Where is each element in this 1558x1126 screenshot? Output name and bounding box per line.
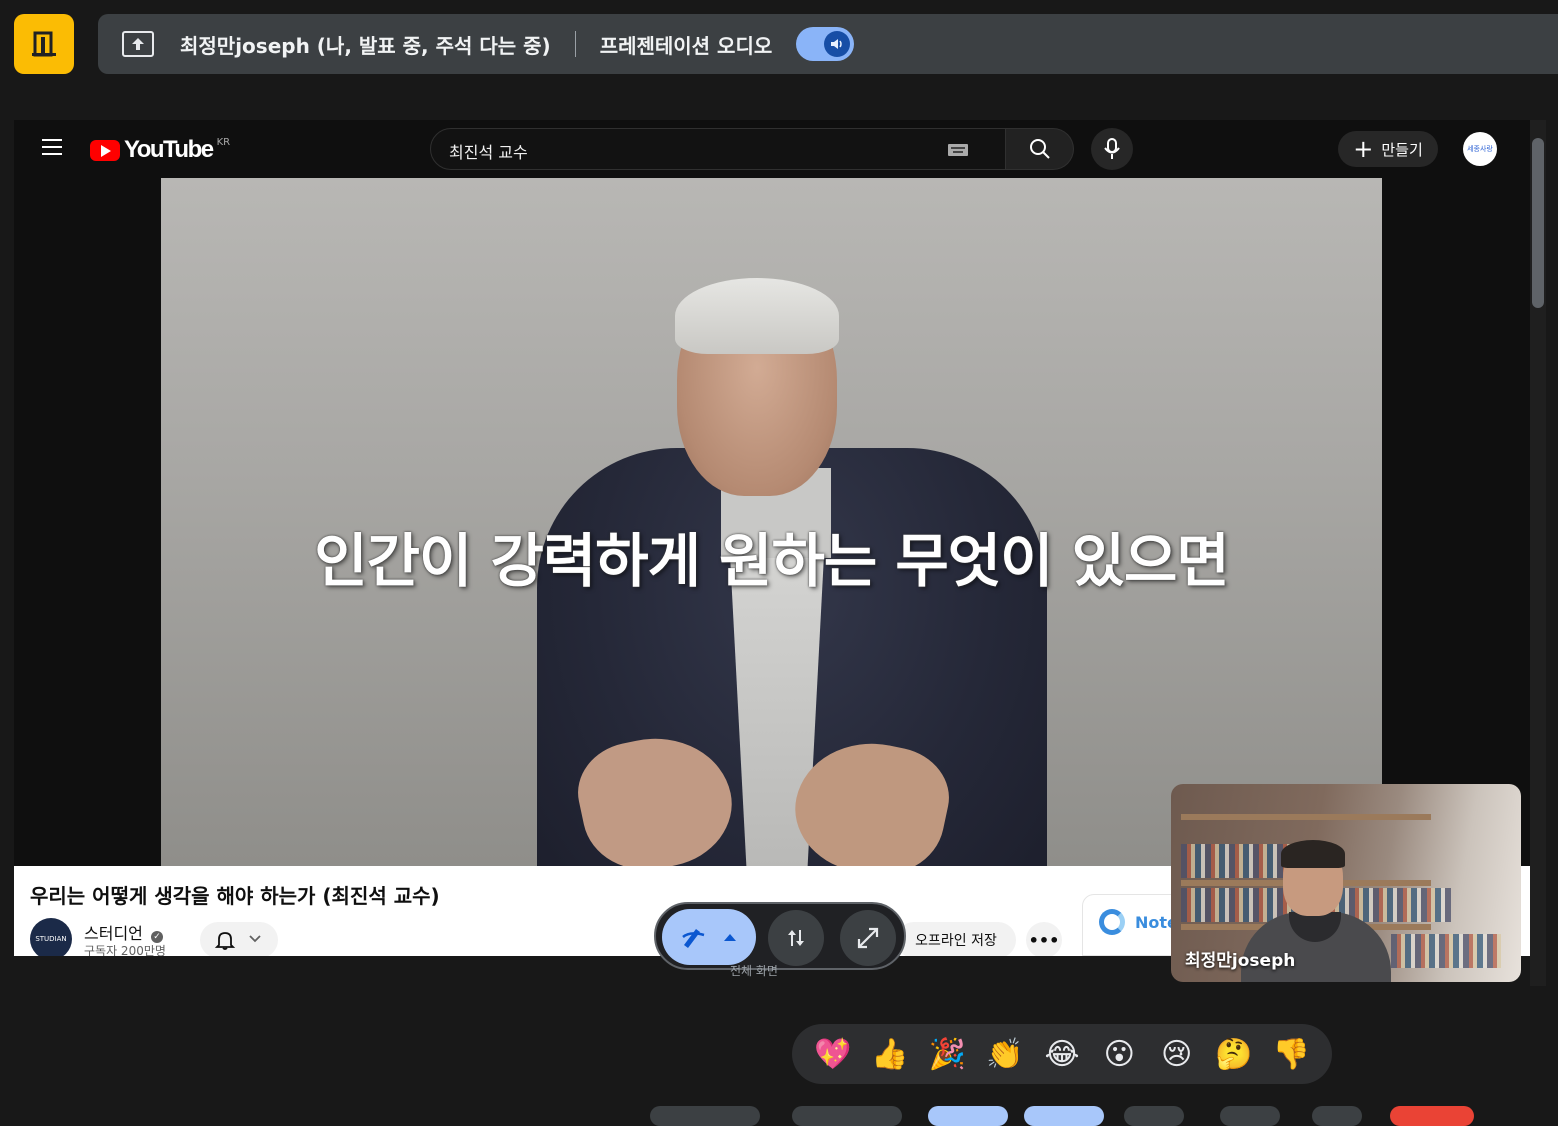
swap-vertical-icon: [788, 930, 804, 946]
search-input[interactable]: 최진석 교수: [430, 128, 1006, 170]
move-toolbar-button[interactable]: [768, 910, 824, 966]
present-screen-icon[interactable]: [122, 31, 154, 57]
reaction-party-popper[interactable]: 🎉: [925, 1037, 969, 1072]
youtube-logo[interactable]: YouTube KR: [90, 136, 230, 164]
reaction-thumbs-up[interactable]: 👍: [868, 1037, 912, 1072]
account-avatar[interactable]: 세종사랑: [1463, 132, 1497, 166]
status-divider: [574, 31, 576, 57]
video-caption: 인간이 강력하게 원하는 무엇이 있으면: [314, 527, 1230, 595]
fullscreen-button[interactable]: [840, 910, 896, 966]
reaction-sparkling-heart[interactable]: 💖: [811, 1037, 855, 1072]
control-button[interactable]: [928, 1106, 1008, 1126]
microphone-icon: [1104, 138, 1120, 159]
presentation-audio-toggle[interactable]: [796, 27, 855, 61]
channel-name[interactable]: 스터디언 ✓: [84, 920, 163, 944]
reaction-thinking[interactable]: 🤔: [1212, 1037, 1256, 1072]
presentation-audio-label: 프레젠테이션 오디오: [599, 33, 773, 58]
bell-icon: [214, 932, 236, 950]
youtube-header: YouTube KR 최진석 교수 + 만들기 세종사랑: [14, 120, 1530, 178]
youtube-play-icon: [90, 139, 120, 161]
notification-bell-button[interactable]: [200, 922, 278, 956]
search-icon: [1029, 139, 1050, 159]
reaction-thumbs-down[interactable]: 👎: [1269, 1037, 1313, 1072]
reactions-bar: 💖 👍 🎉 👏 😂 😮 😢 🤔 👎: [792, 1024, 1332, 1084]
reaction-sad[interactable]: 😢: [1155, 1037, 1199, 1072]
subscriber-count: 구독자 200만명: [84, 944, 166, 956]
channel-avatar[interactable]: STUDIAN: [30, 918, 72, 956]
caret-up-icon[interactable]: [722, 932, 738, 942]
reaction-surprised[interactable]: 😮: [1097, 1037, 1141, 1072]
self-video-tile[interactable]: 최정만joseph: [1171, 784, 1521, 982]
control-button[interactable]: [650, 1106, 760, 1126]
control-button[interactable]: [792, 1106, 902, 1126]
control-button[interactable]: [1024, 1106, 1104, 1126]
scrollbar-thumb[interactable]: [1532, 138, 1544, 308]
pen-icon: [682, 929, 705, 948]
more-actions-button[interactable]: •••: [1026, 922, 1062, 956]
presentation-status-bar: 최정만joseph (나, 발표 중, 주석 다는 중) 프레젠테이션 오디오: [98, 14, 1558, 74]
video-player[interactable]: 인간이 강력하게 원하는 무엇이 있으면: [161, 178, 1382, 866]
pen-tool-button[interactable]: [662, 909, 756, 965]
voice-search-button[interactable]: [1091, 128, 1133, 170]
swirl-icon: [1099, 909, 1125, 935]
speaker-icon: [831, 39, 843, 49]
control-button[interactable]: [1312, 1106, 1362, 1126]
video-title: 우리는 어떻게 생각을 해야 하는가 (최진석 교수): [30, 884, 440, 908]
reaction-tears-of-joy[interactable]: 😂: [1040, 1037, 1084, 1072]
keyboard-icon[interactable]: [947, 143, 969, 157]
end-call-button[interactable]: [1390, 1106, 1474, 1126]
plus-icon: +: [1353, 135, 1374, 163]
expand-icon: [857, 927, 879, 949]
offline-save-button[interactable]: 오프라인 저장: [896, 922, 1016, 956]
annotation-subtext: 전체 화면: [730, 964, 778, 978]
leave-call-button[interactable]: [14, 14, 74, 74]
reaction-clapping[interactable]: 👏: [983, 1037, 1027, 1072]
control-button[interactable]: [1220, 1106, 1280, 1126]
self-name-label: 최정만joseph: [1185, 951, 1296, 971]
door-icon: [32, 31, 56, 57]
annotation-toolbar: [654, 902, 906, 970]
create-button[interactable]: + 만들기: [1338, 131, 1438, 167]
control-button[interactable]: [1124, 1106, 1184, 1126]
search-button[interactable]: [1006, 128, 1074, 170]
menu-icon[interactable]: [42, 134, 62, 160]
chevron-down-icon: [249, 935, 261, 943]
presenter-status-text: 최정만joseph (나, 발표 중, 주석 다는 중): [180, 33, 551, 58]
